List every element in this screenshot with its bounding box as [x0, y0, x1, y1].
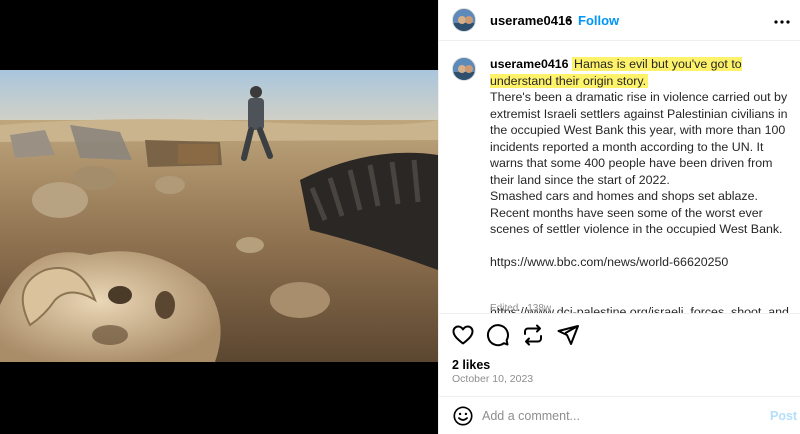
post-header: userame0416 • Follow [439, 0, 800, 41]
caption-body: There's been a dramatic rise in violence… [490, 90, 788, 236]
action-bar [439, 313, 800, 353]
send-icon[interactable] [556, 323, 580, 347]
repost-icon[interactable] [521, 323, 545, 347]
post-caption: userame0416 Hamas is evil but you've got… [490, 56, 790, 313]
more-horizontal-icon[interactable] [772, 12, 792, 32]
add-comment-bar: Post [439, 396, 800, 434]
avatar[interactable] [452, 8, 476, 32]
post-panel: userame0416 • Follow userame0416 Hamas i… [438, 0, 800, 434]
heart-icon[interactable] [451, 323, 475, 347]
caption-link-bbc[interactable]: https://www.bbc.com/news/world-66620250 [490, 254, 790, 271]
follow-button[interactable]: Follow [578, 13, 619, 28]
comment-icon[interactable] [486, 323, 510, 347]
avatar-image [453, 58, 475, 80]
caption-avatar[interactable] [452, 57, 476, 81]
post-media [0, 0, 438, 434]
post-photo[interactable] [0, 70, 438, 362]
post-comment-button[interactable]: Post [770, 409, 797, 423]
caption-username[interactable]: userame0416 [490, 57, 569, 71]
header-username[interactable]: userame0416 [490, 13, 572, 28]
avatar-image [453, 9, 475, 31]
edited-timestamp: Edited · 138w [490, 303, 552, 313]
likes-count[interactable]: 2 likes [452, 358, 490, 372]
emoji-icon[interactable] [452, 405, 474, 427]
separator-dot: • [567, 13, 572, 27]
comments-section[interactable]: userame0416 Hamas is evil but you've got… [439, 41, 800, 313]
comment-input[interactable] [482, 406, 752, 426]
post-date: October 10, 2023 [452, 373, 534, 385]
desert-landscape-image [0, 70, 438, 362]
